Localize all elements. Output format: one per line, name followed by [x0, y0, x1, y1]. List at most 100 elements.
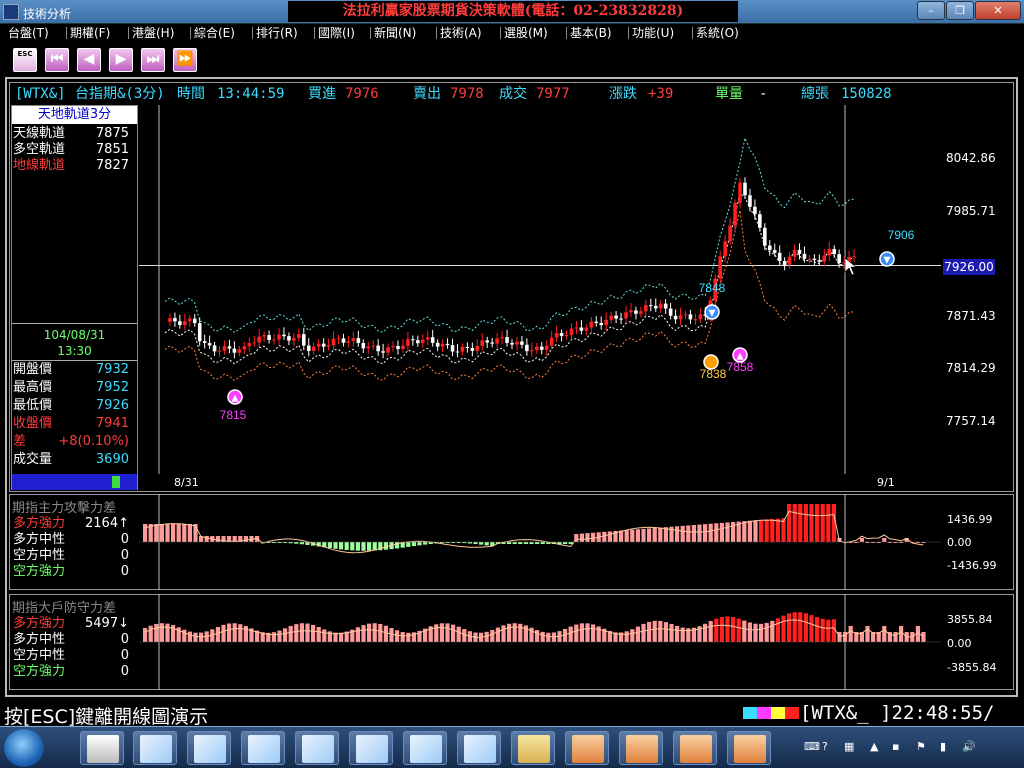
attack-indicator-chart[interactable] [139, 494, 941, 590]
app-window-icon[interactable] [619, 731, 663, 765]
prev-button[interactable]: ◀ [77, 48, 101, 72]
start-button[interactable] [4, 729, 44, 767]
minimize-button[interactable]: – [917, 1, 945, 20]
chart-window-icon[interactable] [187, 731, 231, 765]
menu-item[interactable]: 台盤(T) [8, 25, 49, 41]
taskbar-app-icon[interactable] [80, 731, 124, 765]
menu-item[interactable]: 港盤(H) [132, 25, 174, 41]
last-button[interactable]: ⏭ [141, 48, 165, 72]
indicator-bar [652, 620, 657, 642]
volume-icon[interactable]: 🔊 [962, 740, 976, 753]
candle-down [748, 195, 752, 207]
flag-icon[interactable]: ⚑ [916, 740, 926, 753]
menu-item[interactable]: 功能(U) [632, 25, 674, 41]
indicator-value: 0 [120, 548, 129, 563]
indicator-bar [759, 519, 764, 542]
title-bar: 技術分析 法拉利贏家股票期貨決策軟體(電話：02-23832828) – ❐ ✕ [0, 0, 1024, 24]
first-button[interactable]: ⏮ [45, 48, 69, 72]
candle-up [723, 241, 727, 257]
menu-item[interactable]: 國際(I) [318, 25, 355, 41]
menu-item[interactable]: 系統(O) [696, 25, 739, 41]
candle-up [644, 305, 648, 312]
app-window-icon[interactable] [673, 731, 717, 765]
indicator-bar [719, 522, 724, 542]
windows-icon[interactable]: ▪ [892, 740, 899, 753]
help-icon[interactable]: ? [822, 740, 828, 753]
app-window-icon[interactable] [565, 731, 609, 765]
candle-up [852, 256, 856, 258]
maximize-button[interactable]: ❐ [946, 1, 974, 20]
menu-separator [436, 27, 437, 39]
menu-item[interactable]: 基本(B) [570, 25, 612, 41]
esc-button[interactable]: ESC [13, 48, 37, 72]
indicator-bar [708, 523, 713, 542]
arrow-icon[interactable]: ▲ [870, 740, 878, 753]
indicator-bar [540, 542, 545, 544]
indicator-bar [703, 524, 708, 542]
chart-window-icon[interactable] [295, 731, 339, 765]
close-button[interactable]: ✕ [975, 1, 1021, 20]
forward-button[interactable]: ⏩ [173, 48, 197, 72]
keyboard-icon[interactable]: ⌨ [804, 740, 820, 753]
candle-down [282, 334, 286, 337]
candlestick-chart[interactable]: ▲78157838▲7858▼7848▼7906 [139, 105, 941, 474]
attack-axis-tick: 1436.99 [947, 513, 993, 526]
chart-window-icon[interactable] [349, 731, 393, 765]
candle-up [222, 346, 227, 351]
indicator-bar [288, 625, 293, 642]
menu-item[interactable]: 新聞(N) [374, 25, 416, 41]
indicator-bar [187, 524, 192, 542]
candle-down [435, 342, 440, 347]
signal-icon[interactable]: ▮ [940, 740, 946, 753]
chart-window-icon[interactable] [241, 731, 285, 765]
menu-item[interactable]: 排行(R) [256, 25, 298, 41]
indicator-bar [355, 627, 360, 642]
indicator-bar [389, 628, 394, 642]
attack-axis-tick: 0.00 [947, 536, 972, 549]
defense-indicator-chart[interactable] [139, 594, 941, 690]
chart-window-icon[interactable] [457, 731, 501, 765]
candle-up [311, 346, 316, 351]
menu-item[interactable]: 期權(F) [70, 25, 110, 41]
indicator-bar [451, 624, 456, 642]
playback-progress[interactable] [12, 474, 137, 490]
candle-down [227, 346, 232, 349]
indicator-bar [327, 542, 332, 549]
indicator-bar [787, 613, 792, 642]
signal-price-label: 7838 [700, 367, 727, 381]
buy-label: 買進 [308, 86, 336, 102]
menu-item[interactable]: 綜合(E) [194, 25, 235, 41]
indicator-bar [792, 612, 797, 642]
menu-item[interactable]: 技術(A) [440, 25, 482, 41]
next-button[interactable]: ▶ [109, 48, 133, 72]
indicator-bar [507, 542, 512, 544]
indicator-bar [333, 542, 338, 549]
app-window-icon[interactable] [727, 731, 771, 765]
indicator-bar [899, 626, 904, 642]
indicator-bar [227, 623, 232, 642]
next-icon: ▶ [115, 51, 127, 67]
menu-item[interactable]: 選股(M) [504, 25, 548, 41]
indicator-bar [658, 620, 663, 642]
indicator-value: 0 [120, 632, 129, 647]
candle-up [683, 314, 688, 316]
candle-up [351, 338, 356, 342]
indicator-bar [316, 627, 321, 642]
network-icon[interactable]: ▦ [844, 740, 854, 753]
indicator-bar [383, 625, 388, 642]
chart-window-icon[interactable] [133, 731, 177, 765]
candle-down [450, 345, 455, 352]
candle-down [173, 318, 177, 322]
indicator-bar [820, 618, 825, 642]
indicator-bar [725, 522, 730, 542]
indicator-bar [339, 632, 344, 642]
signal-price-label: 7906 [888, 228, 915, 242]
chart-window-icon[interactable] [403, 731, 447, 765]
candle-down [470, 348, 475, 351]
candle-up [564, 335, 569, 337]
candle-up [584, 327, 589, 331]
indicator-bar [395, 542, 400, 549]
indicator-row: 空方中性 0 [13, 548, 135, 564]
folder-icon[interactable] [511, 731, 555, 765]
indicator-label: 空方中性 [13, 648, 66, 663]
